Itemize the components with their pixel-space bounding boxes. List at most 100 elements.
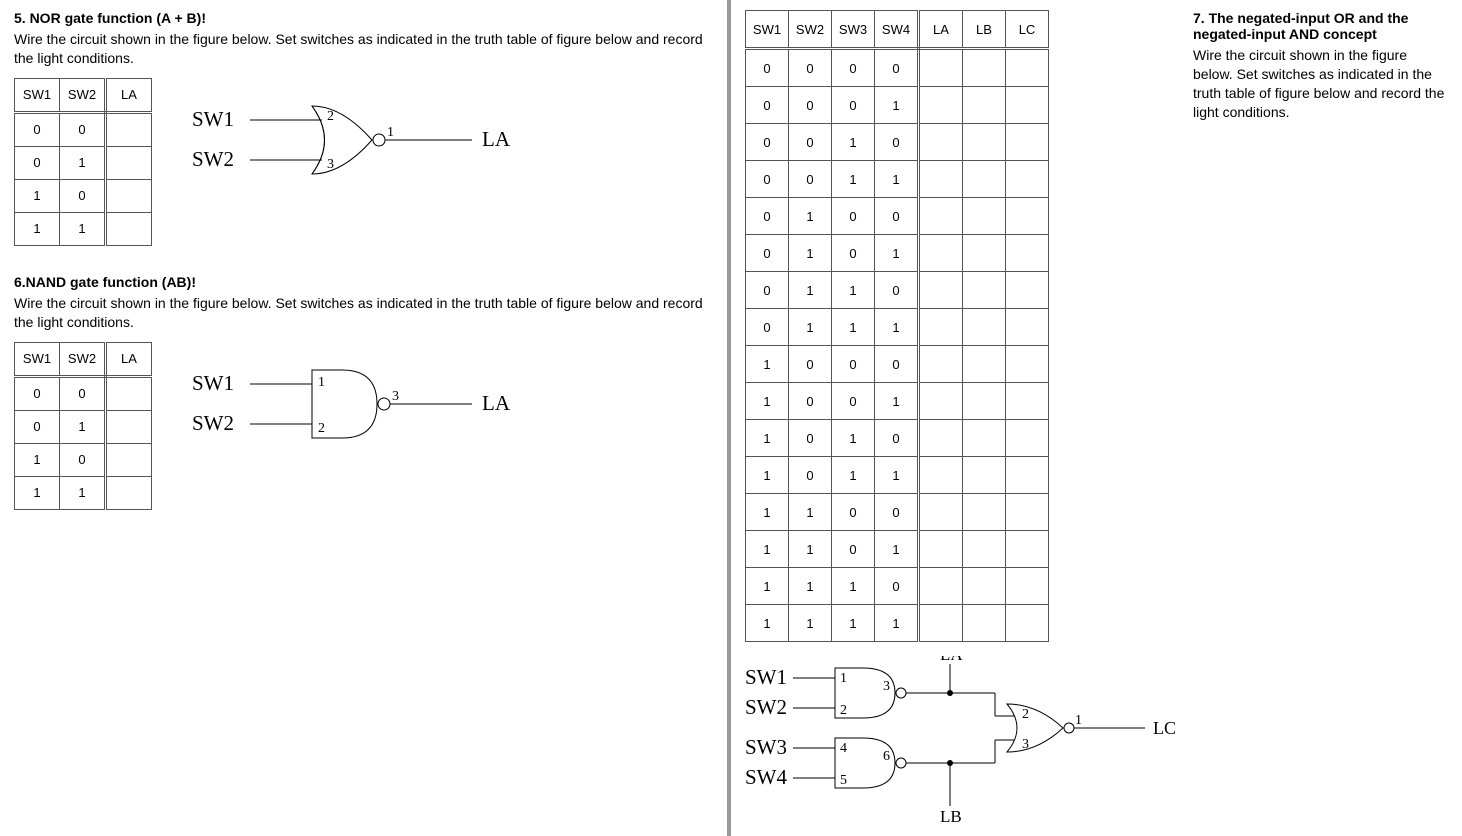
th-la: LA xyxy=(106,342,152,376)
cell xyxy=(919,568,963,605)
label-la: LA xyxy=(482,391,511,415)
cell xyxy=(919,198,963,235)
cell xyxy=(963,420,1006,457)
cell xyxy=(919,494,963,531)
cell xyxy=(1006,494,1049,531)
label-sw1: SW1 xyxy=(192,107,234,131)
cell: 0 xyxy=(832,531,875,568)
section-5-desc: Wire the circuit shown in the figure bel… xyxy=(14,30,713,68)
cell xyxy=(106,212,152,245)
cell: 0 xyxy=(875,198,919,235)
section-5-truth-table: SW1 SW2 LA 00 01 10 11 xyxy=(14,78,152,246)
cell: 1 xyxy=(15,476,60,509)
cell xyxy=(919,346,963,383)
th-sw4: SW4 xyxy=(875,11,919,49)
cell: 1 xyxy=(875,309,919,346)
cell xyxy=(919,49,963,87)
cell: 1 xyxy=(789,235,832,272)
cell xyxy=(106,146,152,179)
cell: 1 xyxy=(832,420,875,457)
cell xyxy=(106,410,152,443)
cell: 1 xyxy=(875,383,919,420)
cell xyxy=(1006,161,1049,198)
cell xyxy=(919,235,963,272)
section-5-title: 5. NOR gate function (A + B)! xyxy=(14,10,713,26)
cell xyxy=(919,605,963,642)
nand-gate-diagram: SW1 SW2 LA 1 2 3 xyxy=(192,362,532,452)
cell xyxy=(963,309,1006,346)
cell: 1 xyxy=(60,212,106,245)
cell: 0 xyxy=(832,494,875,531)
cell: 0 xyxy=(789,87,832,124)
cell xyxy=(963,494,1006,531)
cell: 1 xyxy=(875,605,919,642)
cell: 0 xyxy=(789,124,832,161)
cell xyxy=(919,272,963,309)
pin-3: 3 xyxy=(392,389,399,404)
cell: 0 xyxy=(60,112,106,146)
cell: 0 xyxy=(832,346,875,383)
cell xyxy=(1006,124,1049,161)
cell: 0 xyxy=(15,376,60,410)
cell xyxy=(1006,531,1049,568)
label-lc: LC xyxy=(1153,718,1176,738)
section-6-desc: Wire the circuit shown in the figure bel… xyxy=(14,294,713,332)
cell xyxy=(963,124,1006,161)
cell xyxy=(963,161,1006,198)
cell: 0 xyxy=(746,49,789,87)
cell xyxy=(1006,49,1049,87)
cell xyxy=(919,531,963,568)
cell: 1 xyxy=(15,212,60,245)
cell: 1 xyxy=(746,420,789,457)
cell xyxy=(963,272,1006,309)
cell: 1 xyxy=(15,179,60,212)
cell xyxy=(919,87,963,124)
cell: 1 xyxy=(60,146,106,179)
cell: 0 xyxy=(60,179,106,212)
cell: 0 xyxy=(746,124,789,161)
th-sw2: SW2 xyxy=(60,342,106,376)
cell xyxy=(106,443,152,476)
cell: 1 xyxy=(746,457,789,494)
cell: 0 xyxy=(875,346,919,383)
cell xyxy=(1006,198,1049,235)
cell: 1 xyxy=(789,531,832,568)
section-7-truth-table: SW1 SW2 SW3 SW4 LA LB LC 000000010010001… xyxy=(745,10,1049,642)
cell: 0 xyxy=(875,568,919,605)
th-la: LA xyxy=(919,11,963,49)
cell xyxy=(106,179,152,212)
pin: 5 xyxy=(840,773,847,788)
pin: 4 xyxy=(840,741,847,756)
th-sw2: SW2 xyxy=(789,11,832,49)
th-sw1: SW1 xyxy=(15,78,60,112)
cell xyxy=(1006,235,1049,272)
cell xyxy=(963,605,1006,642)
cell: 0 xyxy=(789,420,832,457)
label-sw2: SW2 xyxy=(192,411,234,435)
cell: 1 xyxy=(60,476,106,509)
cell: 1 xyxy=(832,568,875,605)
cell xyxy=(963,198,1006,235)
nor-gate-diagram: SW1 SW2 LA 2 3 1 xyxy=(192,98,532,188)
section-6: 6.NAND gate function (AB)! Wire the circ… xyxy=(14,274,713,510)
cell xyxy=(919,309,963,346)
label-sw1: SW1 xyxy=(192,371,234,395)
label-sw2: SW2 xyxy=(192,147,234,171)
cell xyxy=(963,568,1006,605)
cell: 1 xyxy=(746,494,789,531)
pin-2: 2 xyxy=(318,421,325,436)
cell xyxy=(919,161,963,198)
th-lc: LC xyxy=(1006,11,1049,49)
cell: 0 xyxy=(789,346,832,383)
cell: 1 xyxy=(875,87,919,124)
cell: 0 xyxy=(832,383,875,420)
cell: 1 xyxy=(832,161,875,198)
cell: 0 xyxy=(746,272,789,309)
cell: 0 xyxy=(875,420,919,457)
cell: 1 xyxy=(875,161,919,198)
cell: 1 xyxy=(875,531,919,568)
cell: 0 xyxy=(875,494,919,531)
cell xyxy=(963,49,1006,87)
th-sw3: SW3 xyxy=(832,11,875,49)
cell: 1 xyxy=(875,457,919,494)
